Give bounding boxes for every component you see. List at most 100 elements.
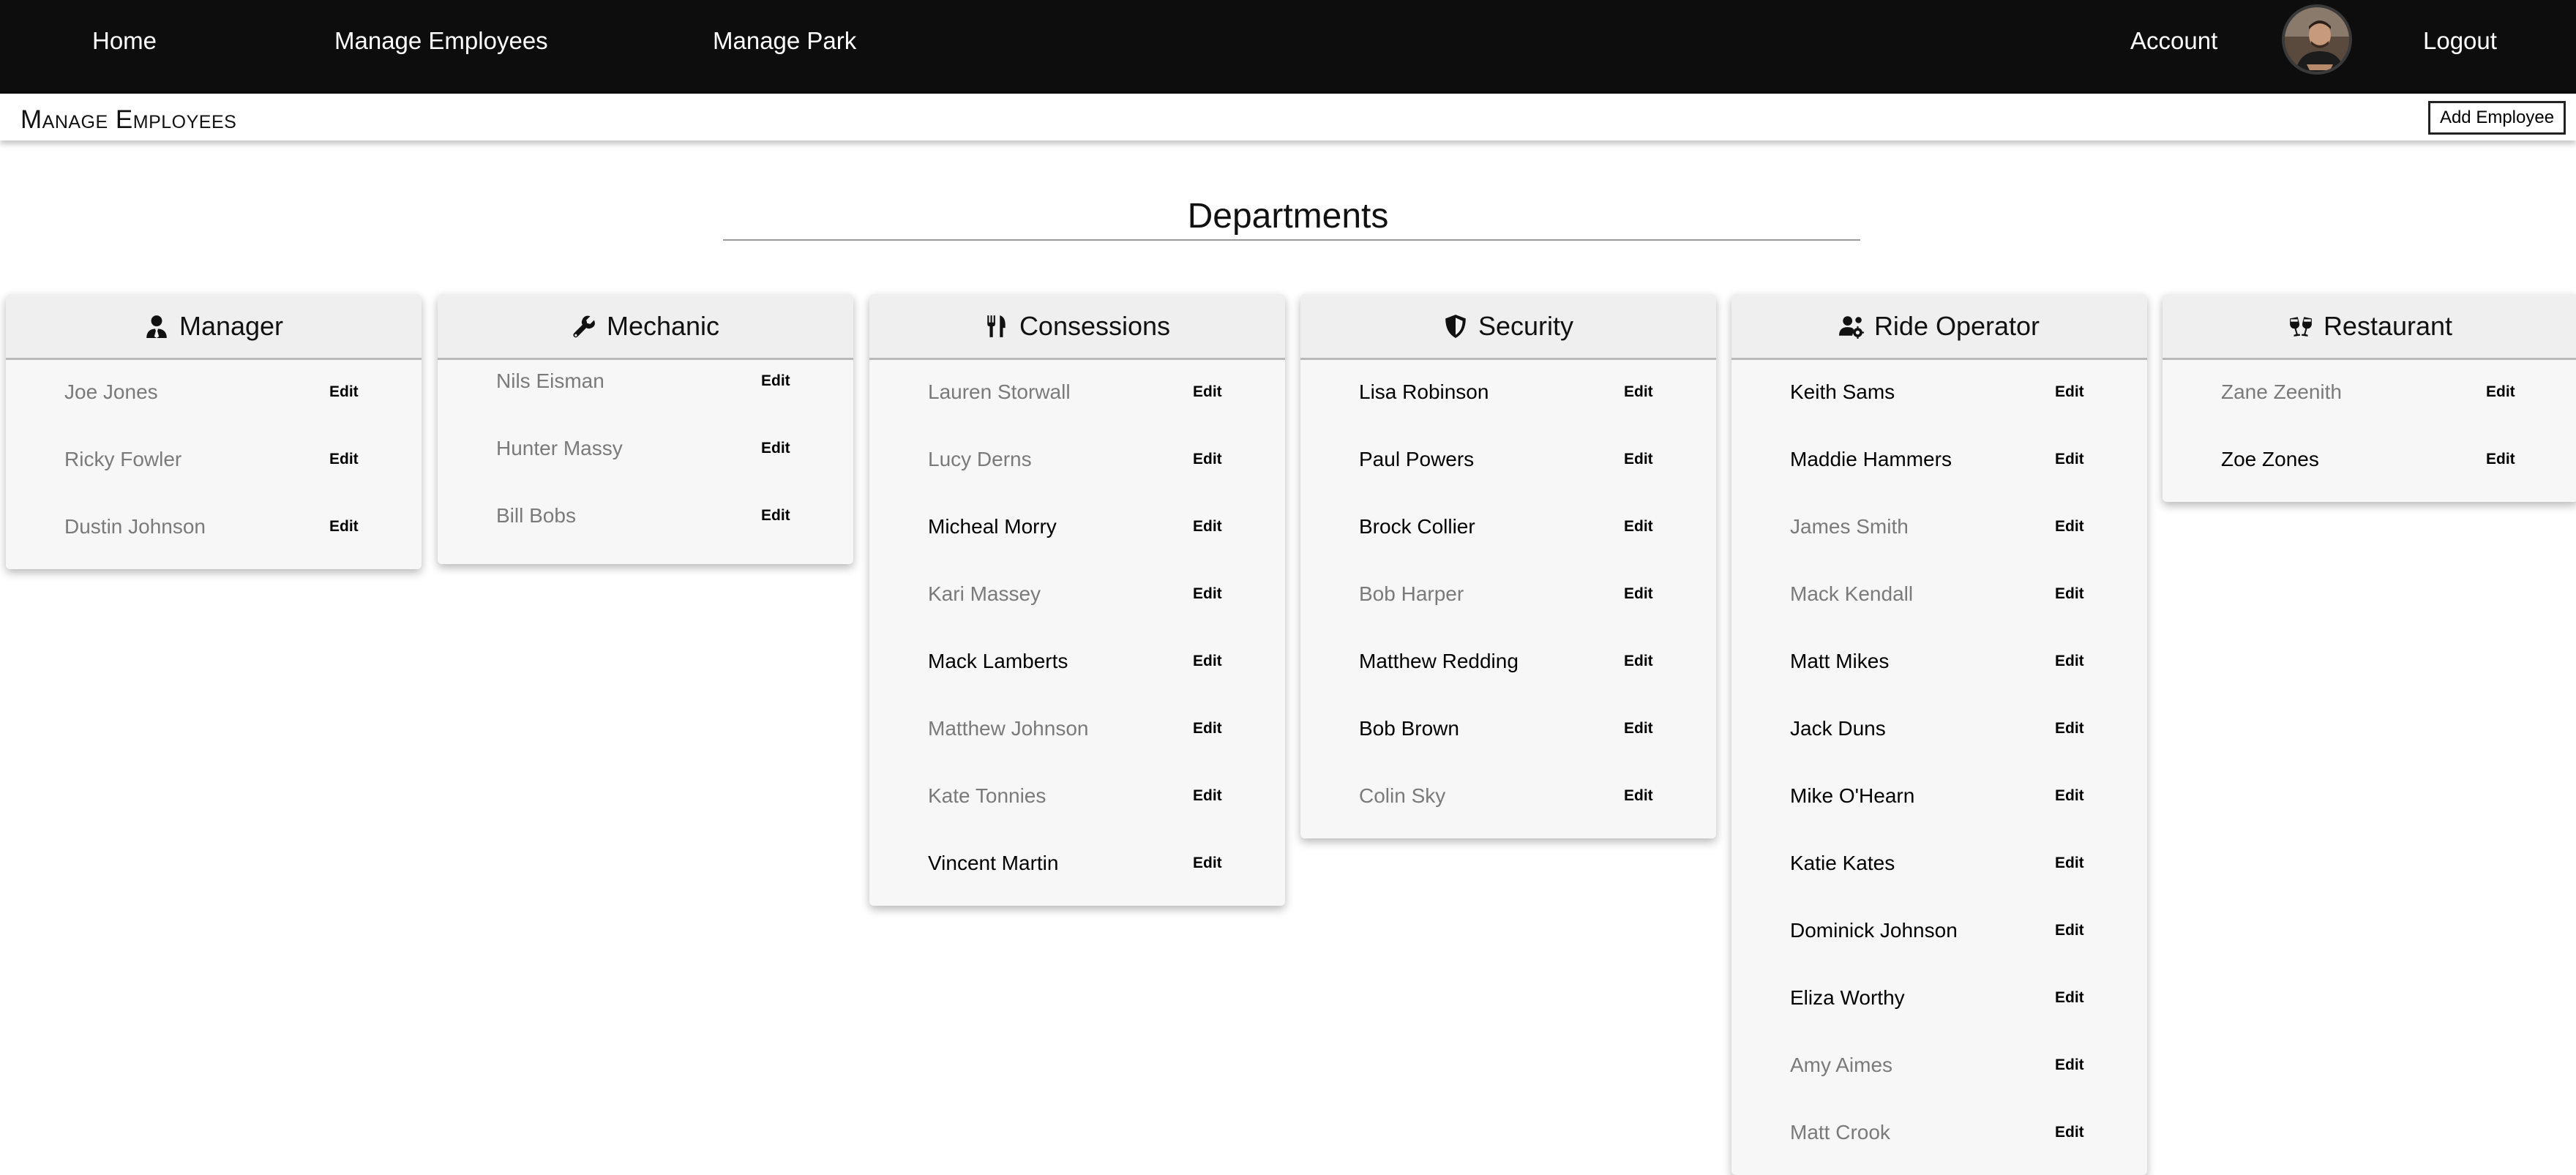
employee-row: Zoe Zones Edit bbox=[2163, 427, 2576, 495]
employee-row: Colin Sky Edit bbox=[1300, 764, 1716, 831]
employee-name: Kari Massey bbox=[928, 582, 1041, 605]
wrench-icon bbox=[572, 314, 596, 339]
employee-row: Eliza Worthy Edit bbox=[1731, 966, 2147, 1033]
edit-employee-button[interactable]: Edit bbox=[1624, 449, 1653, 470]
employee-name: Lauren Storwall bbox=[928, 380, 1071, 403]
department-title: Security bbox=[1478, 310, 1574, 341]
employee-list: Joe Jones Edit Ricky Fowler Edit Dustin John… bbox=[6, 360, 422, 569]
edit-employee-button[interactable]: Edit bbox=[1193, 517, 1222, 537]
utensils-icon bbox=[984, 314, 1009, 339]
department-title: Ride Operator bbox=[1873, 310, 2040, 341]
department-card-consessions: Consessions Lauren Storwall Edit Lucy Derns… bbox=[869, 294, 1285, 906]
employee-row: Jack Duns Edit bbox=[1731, 697, 2147, 764]
employee-name: Matthew Redding bbox=[1359, 650, 1519, 672]
employee-name: Zane Zeenith bbox=[2221, 380, 2342, 403]
card-bottom-padding bbox=[438, 551, 853, 564]
edit-employee-button[interactable]: Edit bbox=[2055, 449, 2084, 470]
employee-row: Brock Collier Edit bbox=[1300, 495, 1716, 562]
edit-employee-button[interactable]: Edit bbox=[2055, 517, 2084, 537]
department-title: Manager bbox=[179, 310, 284, 341]
department-card-ride-operator: Ride Operator Keith Sams Edit Maddie Hammer… bbox=[1731, 294, 2147, 1175]
page-title: Manage Employees bbox=[20, 105, 237, 134]
edit-employee-button[interactable]: Edit bbox=[761, 371, 790, 391]
edit-employee-button[interactable]: Edit bbox=[1624, 718, 1653, 739]
employee-name: Bob Harper bbox=[1359, 582, 1464, 605]
employee-row: Maddie Hammers Edit bbox=[1731, 427, 2147, 495]
users-cog-icon bbox=[1838, 314, 1864, 339]
card-bottom-padding bbox=[2163, 495, 2576, 502]
employee-name: Keith Sams bbox=[1790, 380, 1895, 403]
employee-row: Micheal Morry Edit bbox=[869, 495, 1285, 562]
edit-employee-button[interactable]: Edit bbox=[2055, 382, 2084, 402]
employee-name: Maddie Hammers bbox=[1790, 448, 1952, 470]
edit-employee-button[interactable]: Edit bbox=[1624, 651, 1653, 672]
employee-row: Lucy Derns Edit bbox=[869, 427, 1285, 495]
employee-name: Matthew Johnson bbox=[928, 717, 1089, 740]
employee-list: Lisa Robinson Edit Paul Powers Edit Brock Co… bbox=[1300, 360, 1716, 838]
employee-row: Ricky Fowler Edit bbox=[6, 427, 422, 495]
employee-name: Micheal Morry bbox=[928, 515, 1057, 538]
edit-employee-button[interactable]: Edit bbox=[1624, 584, 1653, 604]
edit-employee-button[interactable]: Edit bbox=[1193, 584, 1222, 604]
edit-employee-button[interactable]: Edit bbox=[1193, 382, 1222, 402]
nav-manage-park-link[interactable]: Manage Park bbox=[713, 26, 856, 56]
edit-employee-button[interactable]: Edit bbox=[329, 382, 359, 402]
wine-glasses-icon bbox=[2288, 314, 2313, 339]
department-title: Mechanic bbox=[606, 310, 720, 341]
employee-name: Zoe Zones bbox=[2221, 448, 2319, 470]
employee-row: Vincent Martin Edit bbox=[869, 831, 1285, 898]
employee-row: Nils Eisman Edit bbox=[438, 349, 853, 416]
employee-name: Paul Powers bbox=[1359, 448, 1475, 470]
edit-employee-button[interactable]: Edit bbox=[2486, 449, 2515, 470]
edit-employee-button[interactable]: Edit bbox=[2055, 584, 2084, 604]
edit-employee-button[interactable]: Edit bbox=[761, 438, 790, 459]
edit-employee-button[interactable]: Edit bbox=[1624, 786, 1653, 806]
department-title: Restaurant bbox=[2323, 310, 2453, 341]
employee-row: Hunter Massy Edit bbox=[438, 416, 853, 484]
employee-row: Matt Crook Edit bbox=[1731, 1100, 2147, 1168]
edit-employee-button[interactable]: Edit bbox=[2055, 718, 2084, 739]
edit-employee-button[interactable]: Edit bbox=[2055, 1055, 2084, 1075]
edit-employee-button[interactable]: Edit bbox=[1193, 853, 1222, 874]
edit-employee-button[interactable]: Edit bbox=[329, 517, 359, 537]
edit-employee-button[interactable]: Edit bbox=[1193, 786, 1222, 806]
top-navigation-bar: Home Manage Employees Manage Park Accoun… bbox=[0, 0, 2576, 94]
edit-employee-button[interactable]: Edit bbox=[2055, 853, 2084, 874]
edit-employee-button[interactable]: Edit bbox=[2055, 786, 2084, 806]
nav-account-link[interactable]: Account bbox=[2130, 26, 2217, 56]
nav-logout-link[interactable]: Logout bbox=[2423, 26, 2497, 56]
edit-employee-button[interactable]: Edit bbox=[1624, 382, 1653, 402]
department-card-header: Manager bbox=[6, 294, 422, 360]
employee-row: Bob Brown Edit bbox=[1300, 697, 1716, 764]
employee-name: Katie Kates bbox=[1790, 852, 1895, 874]
employee-row: Lisa Robinson Edit bbox=[1300, 360, 1716, 427]
page-header-bar: Manage Employees Add Employee bbox=[0, 94, 2576, 140]
edit-employee-button[interactable]: Edit bbox=[761, 506, 790, 526]
departments-divider bbox=[723, 239, 1860, 241]
add-employee-button[interactable]: Add Employee bbox=[2428, 101, 2566, 135]
employee-row: Bill Bobs Edit bbox=[438, 484, 853, 551]
card-bottom-padding bbox=[1300, 831, 1716, 838]
edit-employee-button[interactable]: Edit bbox=[1193, 718, 1222, 739]
employee-name: Matt Crook bbox=[1790, 1121, 1890, 1144]
edit-employee-button[interactable]: Edit bbox=[1624, 517, 1653, 537]
edit-employee-button[interactable]: Edit bbox=[2055, 920, 2084, 941]
edit-employee-button[interactable]: Edit bbox=[2055, 1122, 2084, 1143]
nav-home-link[interactable]: Home bbox=[92, 26, 157, 56]
edit-employee-button[interactable]: Edit bbox=[1193, 449, 1222, 470]
edit-employee-button[interactable]: Edit bbox=[329, 449, 359, 470]
employee-row: Matthew Johnson Edit bbox=[869, 697, 1285, 764]
employee-row: Lauren Storwall Edit bbox=[869, 360, 1285, 427]
employee-name: Lucy Derns bbox=[928, 448, 1032, 470]
nav-manage-employees-link[interactable]: Manage Employees bbox=[334, 26, 548, 56]
department-card-security: Security Lisa Robinson Edit Paul Powers Edit… bbox=[1300, 294, 1716, 838]
edit-employee-button[interactable]: Edit bbox=[2055, 651, 2084, 672]
employee-name: Mack Kendall bbox=[1790, 582, 1914, 605]
edit-employee-button[interactable]: Edit bbox=[2486, 382, 2515, 402]
edit-employee-button[interactable]: Edit bbox=[2055, 988, 2084, 1008]
user-avatar[interactable] bbox=[2282, 4, 2352, 75]
employee-list: Lauren Storwall Edit Lucy Derns Edit Micheal… bbox=[869, 360, 1285, 906]
employee-name: Hunter Massy bbox=[496, 437, 623, 459]
card-bottom-padding bbox=[6, 562, 422, 569]
edit-employee-button[interactable]: Edit bbox=[1193, 651, 1222, 672]
